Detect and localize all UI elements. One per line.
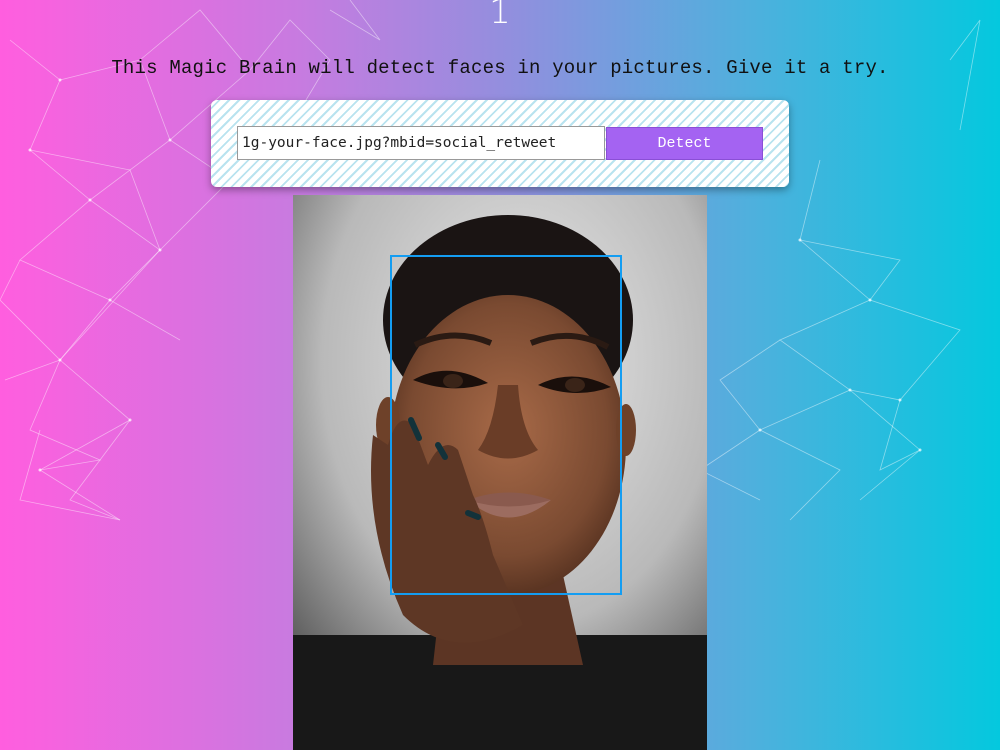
entry-count: 1 bbox=[489, 0, 511, 32]
image-url-input[interactable]: 1g-your-face.jpg?mbid=social_retweet bbox=[237, 126, 605, 160]
face-bounding-box bbox=[390, 255, 622, 595]
detect-button[interactable]: Detect bbox=[606, 127, 763, 160]
image-link-form: 1g-your-face.jpg?mbid=social_retweet Det… bbox=[211, 100, 789, 187]
image-url-value: 1g-your-face.jpg?mbid=social_retweet bbox=[242, 135, 557, 151]
intro-text: This Magic Brain will detect faces in yo… bbox=[111, 57, 889, 79]
